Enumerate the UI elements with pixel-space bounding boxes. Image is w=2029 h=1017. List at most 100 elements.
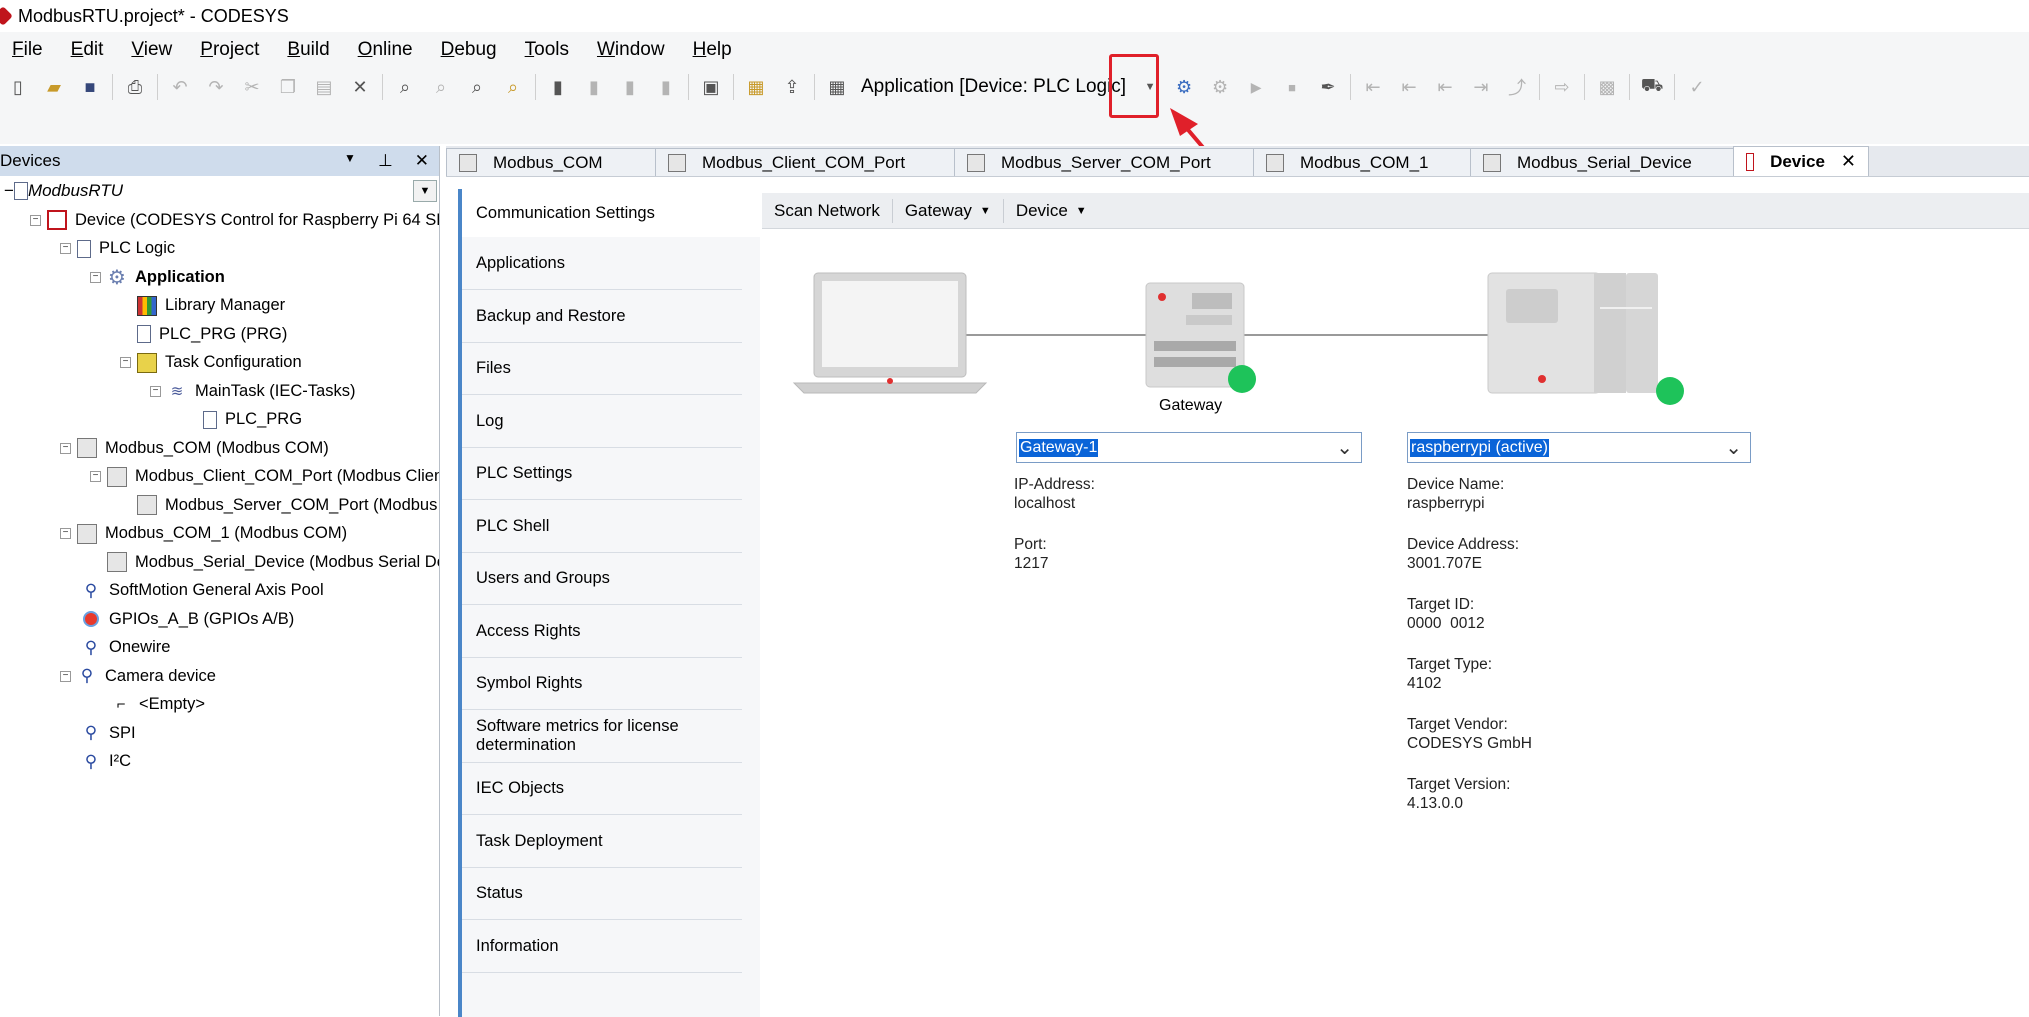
device-menu-button[interactable]: Device ▼ — [1004, 199, 1099, 223]
side-tab-task-deployment[interactable]: Task Deployment — [462, 815, 742, 868]
collapse-icon[interactable]: − — [30, 214, 41, 226]
bookmark-clear-icon[interactable]: ▮ — [654, 75, 678, 99]
menu-debug[interactable]: Debug — [427, 39, 511, 61]
print-icon[interactable]: ⎙ — [123, 75, 147, 99]
force-values-icon[interactable]: ▩ — [1595, 75, 1619, 99]
new-project-icon[interactable]: ▯ — [6, 75, 30, 99]
menu-file[interactable]: File — [0, 39, 57, 61]
tree-item-modbus-com[interactable]: − Modbus_COM (Modbus COM) — [0, 434, 439, 463]
tree-item-plc-logic[interactable]: − PLC Logic — [0, 235, 439, 264]
active-application-selector[interactable]: Application [Device: PLC Logic] — [861, 76, 1126, 98]
gateway-menu-button[interactable]: Gateway ▼ — [893, 198, 1004, 223]
tree-item-modbus-serial-device[interactable]: Modbus_Serial_Device (Modbus Serial Devi… — [0, 548, 439, 577]
side-tab-software-metrics[interactable]: Software metrics for license determinati… — [462, 710, 742, 763]
tab-device[interactable]: Device ✕ — [1733, 146, 1869, 176]
write-values-icon[interactable]: ⇨ — [1550, 75, 1574, 99]
side-tab-access-rights[interactable]: Access Rights — [462, 605, 742, 658]
side-tab-information[interactable]: Information — [462, 920, 742, 973]
side-tab-files[interactable]: Files — [462, 343, 742, 395]
export-icon[interactable]: ⇪ — [780, 75, 804, 99]
bookmark-prev-icon[interactable]: ▮ — [582, 75, 606, 99]
bookmark-next-icon[interactable]: ▮ — [618, 75, 642, 99]
tree-item-maintask[interactable]: − ≋ MainTask (IEC-Tasks) — [0, 377, 439, 406]
tree-item-modbus-client-com-port[interactable]: − Modbus_Client_COM_Port (Modbus Client … — [0, 463, 439, 492]
undo-icon[interactable]: ↶ — [168, 75, 192, 99]
start-icon[interactable]: ▶ — [1244, 75, 1268, 99]
menu-view[interactable]: View — [117, 39, 186, 61]
menu-window[interactable]: Window — [583, 39, 679, 61]
find-icon[interactable]: ⌕ — [393, 75, 417, 99]
menu-build[interactable]: Build — [273, 39, 343, 61]
delete-icon[interactable]: ✕ — [348, 75, 372, 99]
collapse-icon[interactable]: − — [4, 181, 14, 201]
replace-icon[interactable]: ⌕ — [465, 75, 489, 99]
tab-modbus-server-com-port[interactable]: Modbus_Server_COM_Port — [954, 148, 1254, 176]
collapse-icon[interactable]: − — [60, 243, 71, 255]
window-icon[interactable]: ▣ — [699, 75, 723, 99]
tree-item-camera-device[interactable]: − ⚲ Camera device — [0, 662, 439, 691]
tab-modbus-com[interactable]: Modbus_COM — [446, 148, 656, 176]
paste-icon[interactable]: ▤ — [312, 75, 336, 99]
scan-network-button[interactable]: Scan Network — [762, 198, 893, 223]
reset-icon[interactable]: ✒ — [1316, 75, 1340, 99]
collapse-icon[interactable]: − — [60, 528, 71, 540]
tree-item-task-configuration[interactable]: − Task Configuration — [0, 349, 439, 378]
breakpoint-icon[interactable]: ⇤ — [1361, 75, 1385, 99]
pin-icon[interactable]: ⊥ — [378, 151, 393, 171]
collapse-icon[interactable]: − — [150, 385, 161, 397]
panel-menu-icon[interactable]: ▼ — [344, 151, 356, 171]
device-select[interactable]: raspberrypi (active) ⌄ — [1407, 432, 1751, 463]
collapse-icon[interactable]: − — [60, 670, 71, 682]
collapse-icon[interactable]: − — [120, 357, 131, 369]
chevron-down-icon[interactable]: ▼ — [413, 180, 437, 202]
side-tab-symbol-rights[interactable]: Symbol Rights — [462, 658, 742, 710]
tab-modbus-serial-device[interactable]: Modbus_Serial_Device — [1470, 148, 1734, 176]
step-over-icon[interactable]: ⇤ — [1397, 75, 1421, 99]
menu-edit[interactable]: Edit — [57, 39, 118, 61]
check-icon[interactable]: ✓ — [1685, 75, 1709, 99]
tree-item-library-manager[interactable]: Library Manager — [0, 292, 439, 321]
side-tab-iec-objects[interactable]: IEC Objects — [462, 763, 742, 815]
menu-tools[interactable]: Tools — [511, 39, 583, 61]
tree-item-i2c[interactable]: ⚲ I²C — [0, 748, 439, 777]
side-tab-users-and-groups[interactable]: Users and Groups — [462, 553, 742, 605]
tree-item-empty-slot[interactable]: ⌐ <Empty> — [0, 691, 439, 720]
tree-item-spi[interactable]: ⚲ SPI — [0, 719, 439, 748]
tree-item-plc-prg[interactable]: PLC_PRG (PRG) — [0, 320, 439, 349]
bookmark-icon[interactable]: ▮ — [546, 75, 570, 99]
step-out-icon[interactable]: ⇥ — [1469, 75, 1493, 99]
insert-object-icon[interactable]: ▦ — [744, 75, 768, 99]
find-next-icon[interactable]: ⌕ — [429, 75, 453, 99]
redo-icon[interactable]: ↷ — [204, 75, 228, 99]
side-tab-plc-shell[interactable]: PLC Shell — [462, 500, 742, 553]
open-project-icon[interactable]: ▰ — [42, 75, 66, 99]
cart-icon[interactable]: ⛟ — [1640, 75, 1664, 99]
run-to-cursor-icon[interactable]: ⤴ — [1505, 75, 1529, 99]
build-icon[interactable]: ▦ — [825, 75, 849, 99]
collapse-icon[interactable]: − — [90, 471, 101, 483]
menu-online[interactable]: Online — [344, 39, 427, 61]
copy-icon[interactable]: ❐ — [276, 75, 300, 99]
tree-item-gpios[interactable]: GPIOs_A_B (GPIOs A/B) — [0, 605, 439, 634]
side-tab-status[interactable]: Status — [462, 868, 742, 920]
side-tab-communication-settings[interactable]: Communication Settings — [462, 189, 764, 237]
tree-root-row[interactable]: − ModbusRTU ▼ — [0, 176, 439, 206]
menu-help[interactable]: Help — [679, 39, 746, 61]
collapse-icon[interactable]: − — [90, 271, 101, 283]
side-tab-backup-and-restore[interactable]: Backup and Restore — [462, 290, 742, 343]
tree-item-modbus-com-1[interactable]: − Modbus_COM_1 (Modbus COM) — [0, 520, 439, 549]
side-tab-applications[interactable]: Applications — [462, 237, 742, 290]
cut-icon[interactable]: ✂ — [240, 75, 264, 99]
find-replace-icon[interactable]: ⌕ — [501, 75, 525, 99]
tree-item-plc-prg-call[interactable]: PLC_PRG — [0, 406, 439, 435]
tree-item-modbus-server-com-port[interactable]: Modbus_Server_COM_Port (Modbus Server CO… — [0, 491, 439, 520]
close-icon[interactable]: ✕ — [415, 151, 429, 171]
tree-item-softmotion-axis-pool[interactable]: ⚲ SoftMotion General Axis Pool — [0, 577, 439, 606]
tree-item-device[interactable]: − Device (CODESYS Control for Raspberry … — [0, 206, 439, 235]
tab-modbus-com-1[interactable]: Modbus_COM_1 — [1253, 148, 1471, 176]
gateway-select[interactable]: Gateway-1 ⌄ — [1016, 432, 1362, 463]
collapse-icon[interactable]: − — [60, 442, 71, 454]
close-tab-icon[interactable]: ✕ — [1841, 151, 1856, 172]
side-tab-log[interactable]: Log — [462, 395, 742, 448]
tree-item-onewire[interactable]: ⚲ Onewire — [0, 634, 439, 663]
